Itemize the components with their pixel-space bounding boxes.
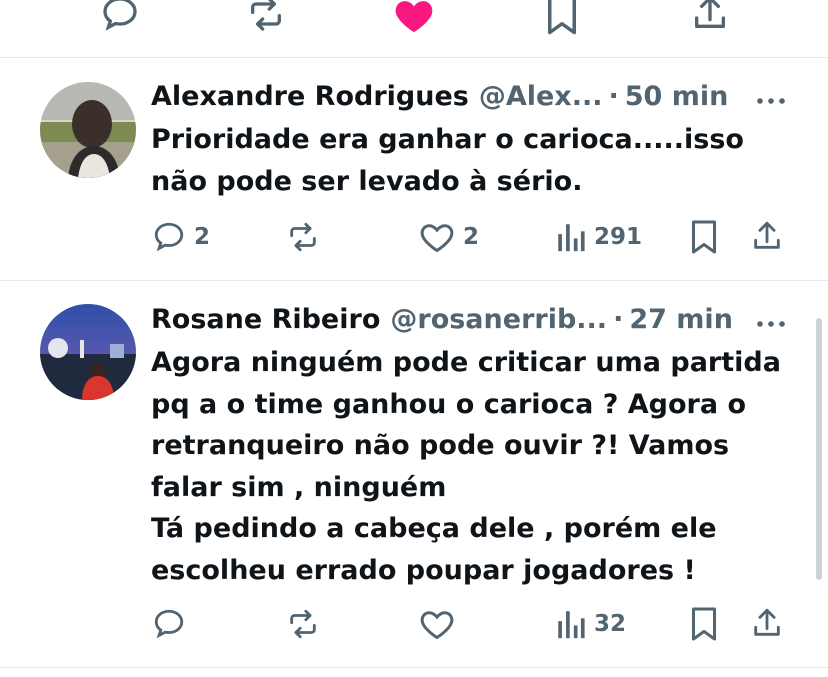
reply-button[interactable] <box>152 607 194 641</box>
bookmark-button[interactable] <box>689 219 719 255</box>
heart-icon <box>420 611 454 640</box>
retweet-icon <box>251 0 281 31</box>
avatar[interactable] <box>40 304 136 400</box>
reply-count: 2 <box>194 224 211 250</box>
bookmark-icon <box>548 0 576 35</box>
separator-dot: · <box>613 303 624 335</box>
timestamp[interactable]: 50 min <box>625 81 729 112</box>
reply-icon <box>154 222 184 252</box>
like-button[interactable]: 2 <box>419 220 479 254</box>
like-button[interactable] <box>393 0 435 34</box>
share-icon <box>754 608 780 636</box>
text-line: não pode ser levado à sério. <box>151 165 583 197</box>
heart-icon <box>420 224 454 253</box>
view-count: 291 <box>594 224 643 250</box>
scrollbar[interactable] <box>816 318 822 580</box>
more-icon <box>757 98 785 104</box>
author-handle[interactable]: @rosanerrib... <box>390 304 607 335</box>
more-icon <box>757 321 785 327</box>
reply-button[interactable]: 2 <box>152 220 210 254</box>
share-button[interactable] <box>750 605 784 641</box>
text-line: pq a o time ganhou o carioca ? Agora o <box>151 388 747 420</box>
views-icon <box>558 611 585 639</box>
views-button[interactable]: 291 <box>556 220 642 254</box>
reply-button[interactable] <box>100 0 140 34</box>
text-line: retranqueiro não pode ouvir ?! Vamos <box>151 430 730 461</box>
share-button[interactable] <box>750 218 784 254</box>
views-button[interactable]: 32 <box>556 607 626 641</box>
text-line: Tá pedindo a cabeça dele , porém ele <box>151 513 717 544</box>
bookmark-button[interactable] <box>689 606 719 642</box>
tweet-text: Agora ninguém pode criticar uma partida … <box>151 342 791 591</box>
text-line: Prioridade era ganhar o carioca.....isso <box>151 124 744 155</box>
reply-icon <box>154 609 184 639</box>
divider <box>0 280 828 281</box>
bookmark-icon <box>692 607 716 641</box>
retweet-icon <box>290 222 316 252</box>
text-line: falar sim , ninguém <box>151 471 447 503</box>
author-name[interactable]: Alexandre Rodrigues <box>151 81 469 112</box>
like-count: 2 <box>463 224 480 250</box>
divider <box>0 57 828 58</box>
retweet-button[interactable] <box>245 0 287 34</box>
tweet-text: Prioridade era ganhar o carioca.....isso… <box>151 119 791 202</box>
views-icon <box>558 224 585 252</box>
bookmark-icon <box>692 220 716 254</box>
bookmark-button[interactable] <box>544 0 580 36</box>
retweet-button[interactable] <box>285 607 329 641</box>
separator-dot: · <box>608 80 619 112</box>
like-button[interactable] <box>419 607 463 641</box>
text-line: Agora ninguém pode criticar uma partida <box>151 347 781 378</box>
divider <box>0 667 828 668</box>
share-button[interactable] <box>690 0 730 34</box>
author-handle[interactable]: @Alex... <box>479 81 603 112</box>
tweet-header: Rosane Ribeiro @rosanerrib... · 27 min <box>151 299 733 339</box>
avatar[interactable] <box>40 82 136 178</box>
share-icon <box>754 221 780 249</box>
share-icon <box>695 0 725 29</box>
retweet-icon <box>290 609 316 639</box>
more-options-button[interactable] <box>756 91 786 104</box>
reply-icon <box>103 0 137 31</box>
more-options-button[interactable] <box>756 314 786 327</box>
timestamp[interactable]: 27 min <box>629 304 733 335</box>
view-count: 32 <box>594 611 627 637</box>
retweet-button[interactable] <box>285 220 329 254</box>
author-name[interactable]: Rosane Ribeiro <box>151 304 380 335</box>
text-line: escolheu errado poupar jogadores ! <box>151 554 696 586</box>
heart-filled-icon <box>395 1 433 33</box>
tweet-header: Alexandre Rodrigues @Alex... · 50 min <box>151 76 728 116</box>
